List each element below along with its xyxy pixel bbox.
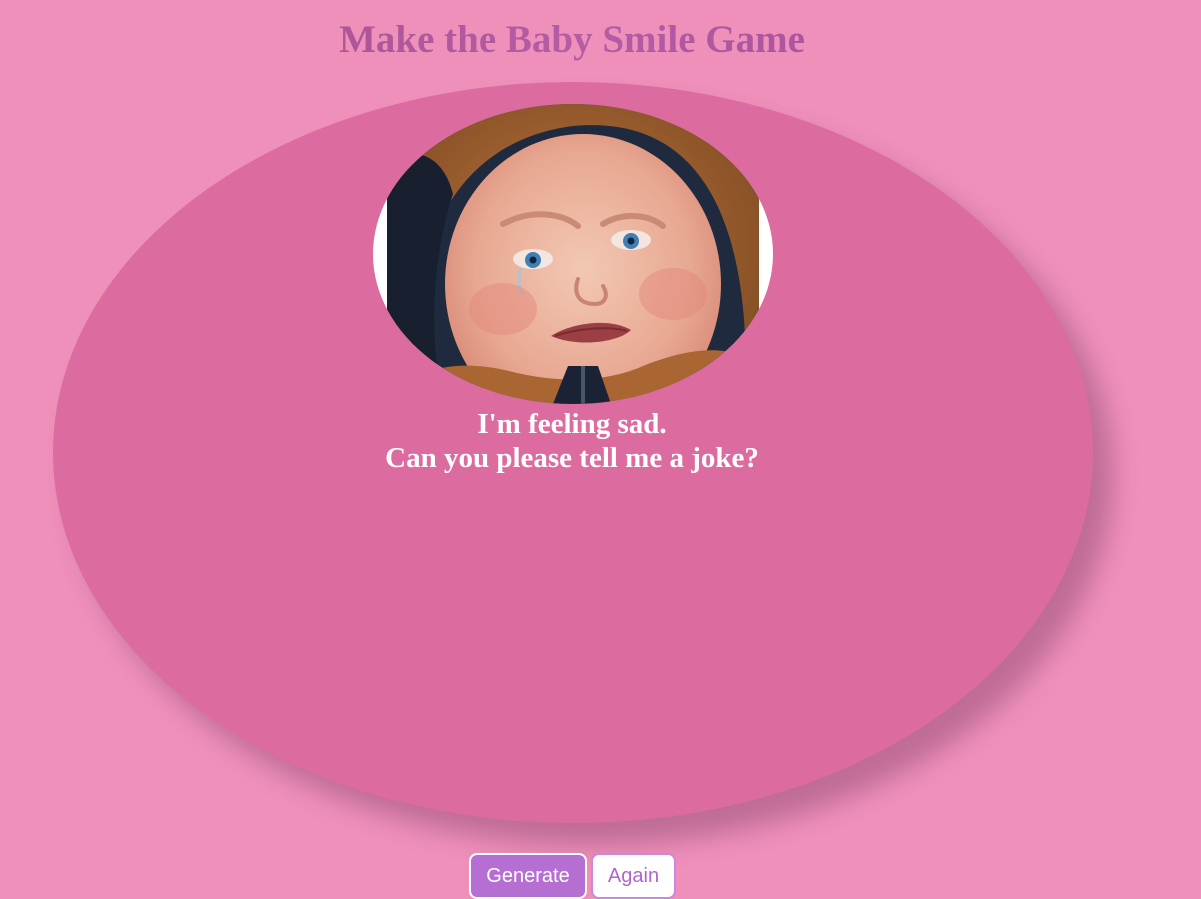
game-title: Make the Baby Smile Game bbox=[0, 14, 1144, 66]
again-button[interactable]: Again bbox=[591, 853, 676, 899]
message-line-1: I'm feeling sad. bbox=[477, 408, 667, 440]
baby-message: I'm feeling sad. Can you please tell me … bbox=[0, 407, 1144, 475]
message-line-2: Can you please tell me a joke? bbox=[385, 442, 759, 474]
baby-image bbox=[373, 104, 773, 404]
generate-button[interactable]: Generate bbox=[469, 853, 587, 899]
